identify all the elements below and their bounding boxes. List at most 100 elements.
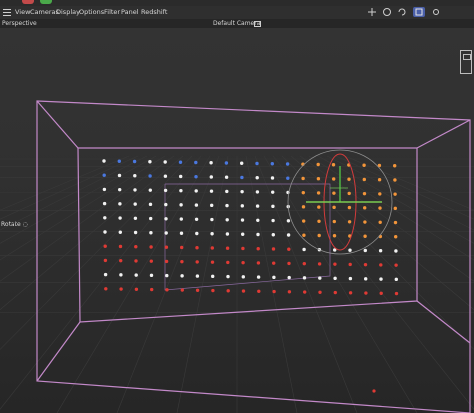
point-dot — [364, 277, 368, 281]
point-dot — [393, 206, 397, 211]
point-dot — [117, 173, 122, 178]
grid-line — [176, 155, 229, 413]
scene-canvas[interactable] — [0, 28, 474, 413]
point-dot — [163, 160, 167, 164]
point-dot — [179, 188, 183, 193]
point-dot — [393, 192, 397, 196]
move-tool-icon[interactable] — [366, 7, 378, 17]
point-dot — [209, 189, 214, 193]
rotate-tool-icon[interactable] — [396, 7, 408, 17]
point-dot — [240, 218, 245, 222]
point-dot — [179, 174, 183, 179]
point-dot — [332, 234, 337, 238]
point-dot — [241, 232, 245, 236]
point-dot — [317, 262, 322, 266]
point-dot — [210, 260, 215, 264]
point-dot — [271, 190, 275, 194]
point-dot — [119, 258, 123, 263]
point-dot — [226, 260, 230, 265]
point-dot — [393, 220, 398, 225]
menu-filter[interactable]: Filter — [104, 6, 120, 19]
point-dot — [301, 205, 306, 209]
bounding-cage[interactable] — [36, 100, 471, 413]
point-dot — [255, 190, 260, 194]
point-dot — [211, 274, 215, 279]
point-dot — [302, 276, 307, 280]
render-view-icon[interactable] — [413, 7, 425, 17]
green-tab-indicator[interactable] — [40, 0, 52, 4]
point-dot — [165, 273, 169, 278]
menu-redshift[interactable]: Redshift — [141, 6, 167, 19]
point-dot — [301, 190, 305, 195]
point-dot — [133, 216, 138, 220]
point-dot — [225, 203, 229, 208]
stray-point — [372, 389, 376, 393]
point-dot — [270, 176, 275, 180]
point-dot — [362, 177, 366, 182]
menu-options[interactable]: Options — [79, 6, 104, 19]
point-dot — [103, 272, 108, 277]
point-dot — [317, 205, 321, 209]
point-dot — [194, 160, 198, 165]
point-dot — [241, 260, 245, 265]
point-dot — [362, 163, 366, 167]
view-mode-label[interactable]: Perspective — [2, 19, 37, 28]
point-dot — [195, 260, 199, 264]
camera-lock-icon[interactable] — [254, 21, 261, 27]
point-dot — [378, 192, 382, 196]
point-dot — [163, 188, 168, 193]
point-dot — [178, 160, 183, 164]
hamburger-menu-icon[interactable] — [3, 9, 11, 16]
3d-viewport[interactable]: Rotate ◌ — [0, 28, 474, 413]
point-dot — [379, 291, 383, 295]
point-dot — [364, 291, 368, 295]
point-dot — [287, 261, 291, 266]
menu-panel[interactable]: Panel — [121, 6, 139, 19]
point-dot — [333, 276, 337, 281]
scale-tool-icon[interactable] — [381, 7, 393, 17]
point-dot — [333, 290, 337, 295]
point-dot — [119, 287, 123, 291]
grid-line — [0, 155, 139, 220]
point-dot — [180, 288, 184, 292]
point-dot — [256, 275, 261, 279]
cage-edge — [36, 100, 79, 149]
point-dot — [394, 277, 398, 282]
point-dot — [133, 230, 138, 235]
point-dot — [102, 187, 107, 192]
point-dot — [287, 275, 291, 280]
point-cloud[interactable] — [102, 159, 399, 393]
menu-view[interactable]: View — [15, 6, 30, 19]
point-dot — [240, 189, 244, 194]
point-dot — [225, 189, 229, 194]
point-dot — [148, 202, 153, 207]
point-dot — [164, 245, 169, 249]
point-dot — [134, 259, 138, 263]
floor-grid — [0, 155, 474, 413]
point-dot — [164, 217, 168, 221]
point-dot — [303, 290, 307, 294]
point-dot — [179, 217, 183, 221]
red-tab-indicator[interactable] — [22, 0, 34, 4]
point-dot — [394, 249, 398, 253]
point-dot — [256, 247, 260, 251]
point-dot — [226, 274, 230, 279]
point-dot — [332, 219, 336, 224]
point-dot — [224, 175, 229, 179]
point-dot — [348, 276, 353, 281]
point-dot — [316, 191, 321, 195]
settings-icon[interactable] — [430, 7, 442, 17]
menu-cameras[interactable]: Cameras — [30, 6, 59, 19]
point-dot — [272, 289, 276, 294]
cage-edge — [36, 321, 81, 382]
point-dot — [133, 174, 137, 178]
point-dot — [347, 191, 351, 196]
menu-display[interactable]: Display — [56, 6, 80, 19]
point-dot — [164, 202, 168, 207]
point-dot — [163, 174, 168, 178]
point-dot — [103, 230, 107, 234]
point-dot — [164, 259, 169, 264]
point-dot — [378, 249, 383, 253]
viewport-header: Perspective Default Camera — [0, 19, 474, 28]
point-dot — [209, 161, 213, 165]
